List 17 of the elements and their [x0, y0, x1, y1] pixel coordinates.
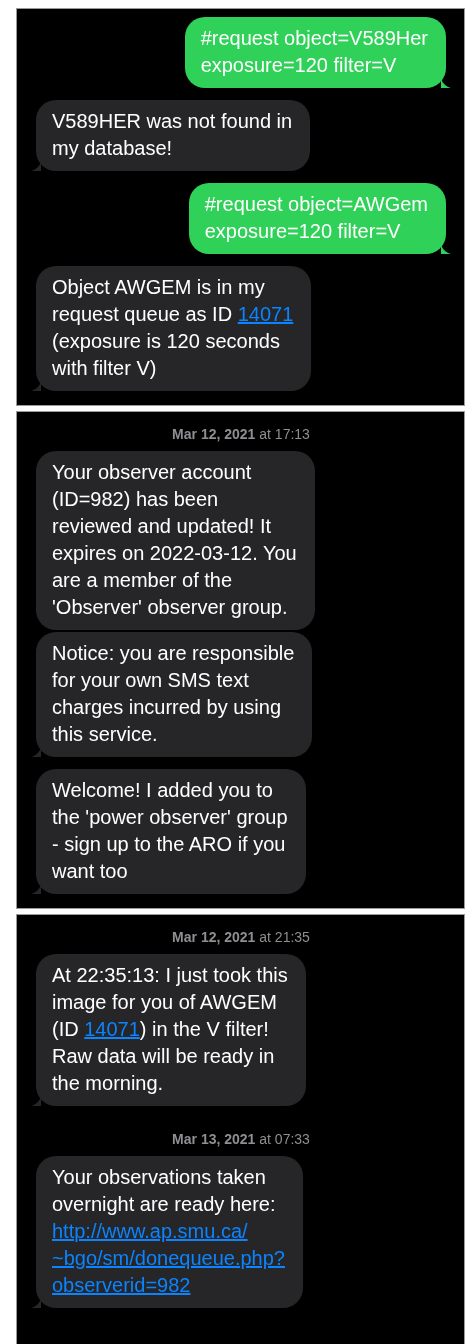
received-message: Welcome! I added you to the 'power observer' group - sign up to the ARO if you want too: [36, 769, 306, 894]
timestamp: Mar 13, 2021 at 07:33: [172, 1130, 310, 1148]
received-message: Your observer account (ID=982) has been reviewed and updated! It expires on 2022-03-12. You are a member of the 'Observer' observer group.: [36, 451, 315, 630]
received-message: V589HER was not found in my database!: [36, 100, 311, 171]
received-message: At 22:35:13: I just took this image for you of AWGEM (ID 14071) in the V filter! Raw data will be ready in the morning.: [36, 954, 306, 1106]
link[interactable]: http://www.ap.smu.ca/: [52, 1220, 248, 1242]
link[interactable]: ~bgo/sm/donequeue.php?: [52, 1247, 285, 1269]
received-message: Your observations taken overnight are ready here: http://www.ap.smu.ca/ ~bgo/sm/donequeue.php? observerid=982: [36, 1156, 303, 1308]
sent-message: #request object=V589Her exposure=120 filter=V: [184, 17, 446, 88]
timestamp: Mar 12, 2021 at 17:13: [172, 425, 310, 443]
received-message: Object AWGEM is in my request queue as ID 14071 (exposure is 120 seconds with filter V): [36, 266, 312, 391]
timestamp: Mar 12, 2021 at 21:35: [172, 928, 310, 946]
sent-message: #request object=AWGem exposure=120 filter=V: [188, 183, 446, 254]
link[interactable]: 14071: [84, 1018, 140, 1040]
link[interactable]: 14071: [237, 303, 294, 325]
received-message: Notice: you are responsible for your own SMS text charges incurred by using this service.: [36, 632, 313, 757]
link[interactable]: observerid=982: [52, 1274, 191, 1296]
